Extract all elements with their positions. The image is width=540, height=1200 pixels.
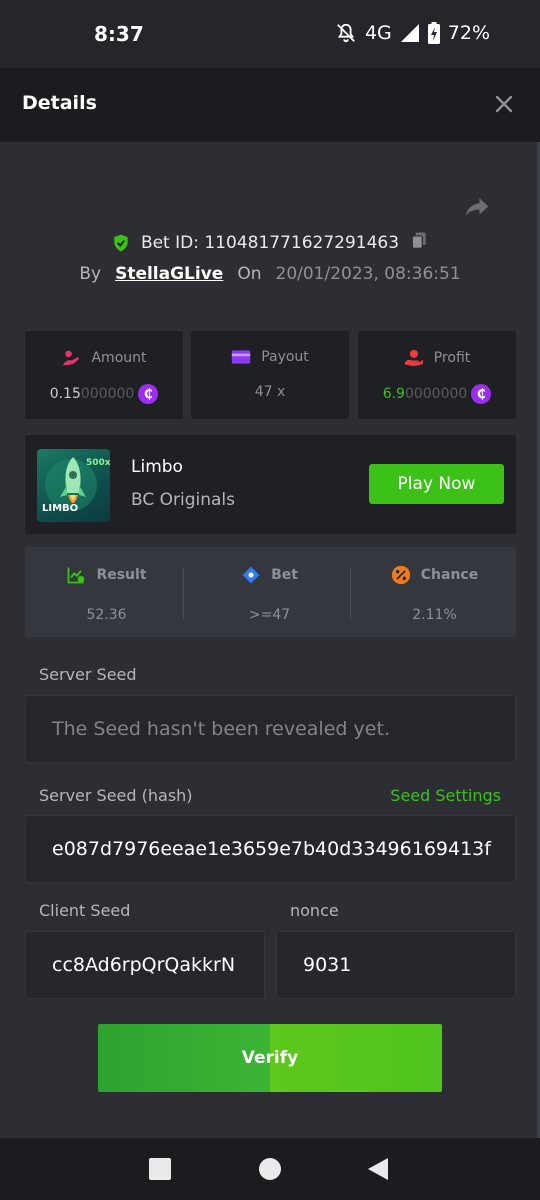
thumb-badge: 500x <box>86 458 110 468</box>
verify-button[interactable]: Verify <box>98 1024 442 1092</box>
nav-back-icon <box>368 1158 388 1180</box>
close-icon <box>495 95 513 113</box>
recents-button[interactable] <box>148 1157 172 1181</box>
share-icon <box>465 198 489 216</box>
user-link[interactable]: StellaGLive <box>115 264 223 284</box>
nav-square-icon <box>149 1158 171 1180</box>
amount-icon <box>63 350 80 366</box>
by-label: By <box>79 264 102 284</box>
profit-value: 6.9 <box>382 386 405 402</box>
server-seed-field[interactable]: The Seed hasn't been revealed yet. <box>25 695 516 763</box>
result-value: 52.36 <box>86 607 127 623</box>
amount-label: Amount <box>91 350 147 366</box>
game-card: 500x LIMBO Limbo BC Originals Play Now <box>25 435 516 534</box>
copy-button[interactable] <box>409 230 429 255</box>
profit-icon <box>404 349 423 366</box>
bet-value: >=47 <box>248 607 291 623</box>
nonce-field[interactable]: 9031 <box>276 931 516 999</box>
details-content: Bet ID: 110481771627291463 By StellaGLiv… <box>0 142 540 1138</box>
coin-icon: ₵ <box>138 384 159 404</box>
details-header: Details <box>0 68 540 142</box>
chance-column: Chance 2.11% <box>353 547 516 637</box>
bet-meta-row: By StellaGLive On 20/01/2023, 08:36:51 <box>0 264 540 284</box>
mute-icon <box>335 22 357 44</box>
system-nav-bar <box>0 1138 540 1200</box>
battery-icon <box>427 22 440 44</box>
thumb-label: LIMBO <box>42 503 79 514</box>
game-thumbnail[interactable]: 500x LIMBO <box>37 449 110 522</box>
payout-icon <box>232 350 251 364</box>
seed-settings-link[interactable]: Seed Settings <box>390 786 501 805</box>
battery-percent: 72% <box>447 22 490 44</box>
network-label: 4G <box>364 22 392 44</box>
amount-value: 0.15 <box>49 386 81 402</box>
client-seed-field[interactable]: cc8Ad6rpQrQakkrN <box>25 931 265 999</box>
bet-label: Bet <box>271 567 298 583</box>
server-seed-placeholder: The Seed hasn't been revealed yet. <box>52 718 390 740</box>
nav-home-icon <box>259 1158 281 1180</box>
amount-value-decimals: 000000 <box>80 386 135 402</box>
server-seed-hash-value: e087d7976eeae1e3659e7b40d33496169413f <box>52 838 491 860</box>
bet-date: 20/01/2023, 08:36:51 <box>275 264 461 284</box>
profit-value-decimals: 0000000 <box>404 386 468 402</box>
client-seed-label: Client Seed <box>39 901 131 920</box>
nonce-label: nonce <box>290 901 339 920</box>
bet-icon <box>242 566 260 584</box>
profit-label: Profit <box>433 350 471 366</box>
client-seed-value: cc8Ad6rpQrQakkrN <box>52 954 236 976</box>
percent-icon <box>391 565 410 585</box>
chance-value: 2.11% <box>412 607 457 623</box>
payout-card: Payout 47 x <box>191 331 349 419</box>
result-label: Result <box>96 567 147 583</box>
divider <box>350 567 351 619</box>
signal-icon <box>400 23 420 43</box>
amount-card: Amount 0.15000000 ₵ <box>25 331 183 419</box>
back-button[interactable] <box>366 1157 390 1181</box>
shield-check-icon <box>114 234 128 251</box>
divider <box>183 567 184 619</box>
close-button[interactable] <box>492 92 516 116</box>
chance-label: Chance <box>420 567 479 583</box>
game-name: Limbo <box>131 457 183 477</box>
page-title: Details <box>22 92 97 114</box>
coin-icon: ₵ <box>471 384 492 404</box>
game-provider: BC Originals <box>131 490 236 510</box>
server-seed-label: Server Seed <box>39 665 137 684</box>
play-now-button[interactable]: Play Now <box>369 464 504 504</box>
result-column: Result 52.36 <box>25 547 188 637</box>
server-seed-hash-field[interactable]: e087d7976eeae1e3659e7b40d33496169413f <box>25 815 516 883</box>
result-card: Result 52.36 Bet >=47 Chance 2.11% <box>25 547 516 637</box>
share-button[interactable] <box>462 192 492 222</box>
bet-id-row: Bet ID: 110481771627291463 <box>0 230 540 255</box>
copy-icon <box>411 232 426 249</box>
bet-column: Bet >=47 <box>188 547 351 637</box>
status-bar: 8:37 4G 72% <box>0 0 540 68</box>
status-time: 8:37 <box>94 22 144 46</box>
payout-label: Payout <box>261 349 309 365</box>
profit-card: Profit 6.90000000 ₵ <box>358 331 516 419</box>
nonce-value: 9031 <box>303 954 352 976</box>
on-label: On <box>237 264 262 284</box>
status-icons: 4G 72% <box>335 22 490 44</box>
result-icon <box>68 567 85 584</box>
payout-value: 47 x <box>254 384 286 400</box>
server-seed-hash-label: Server Seed (hash) <box>39 786 193 805</box>
bet-id: Bet ID: 110481771627291463 <box>140 232 400 253</box>
home-button[interactable] <box>258 1157 282 1181</box>
